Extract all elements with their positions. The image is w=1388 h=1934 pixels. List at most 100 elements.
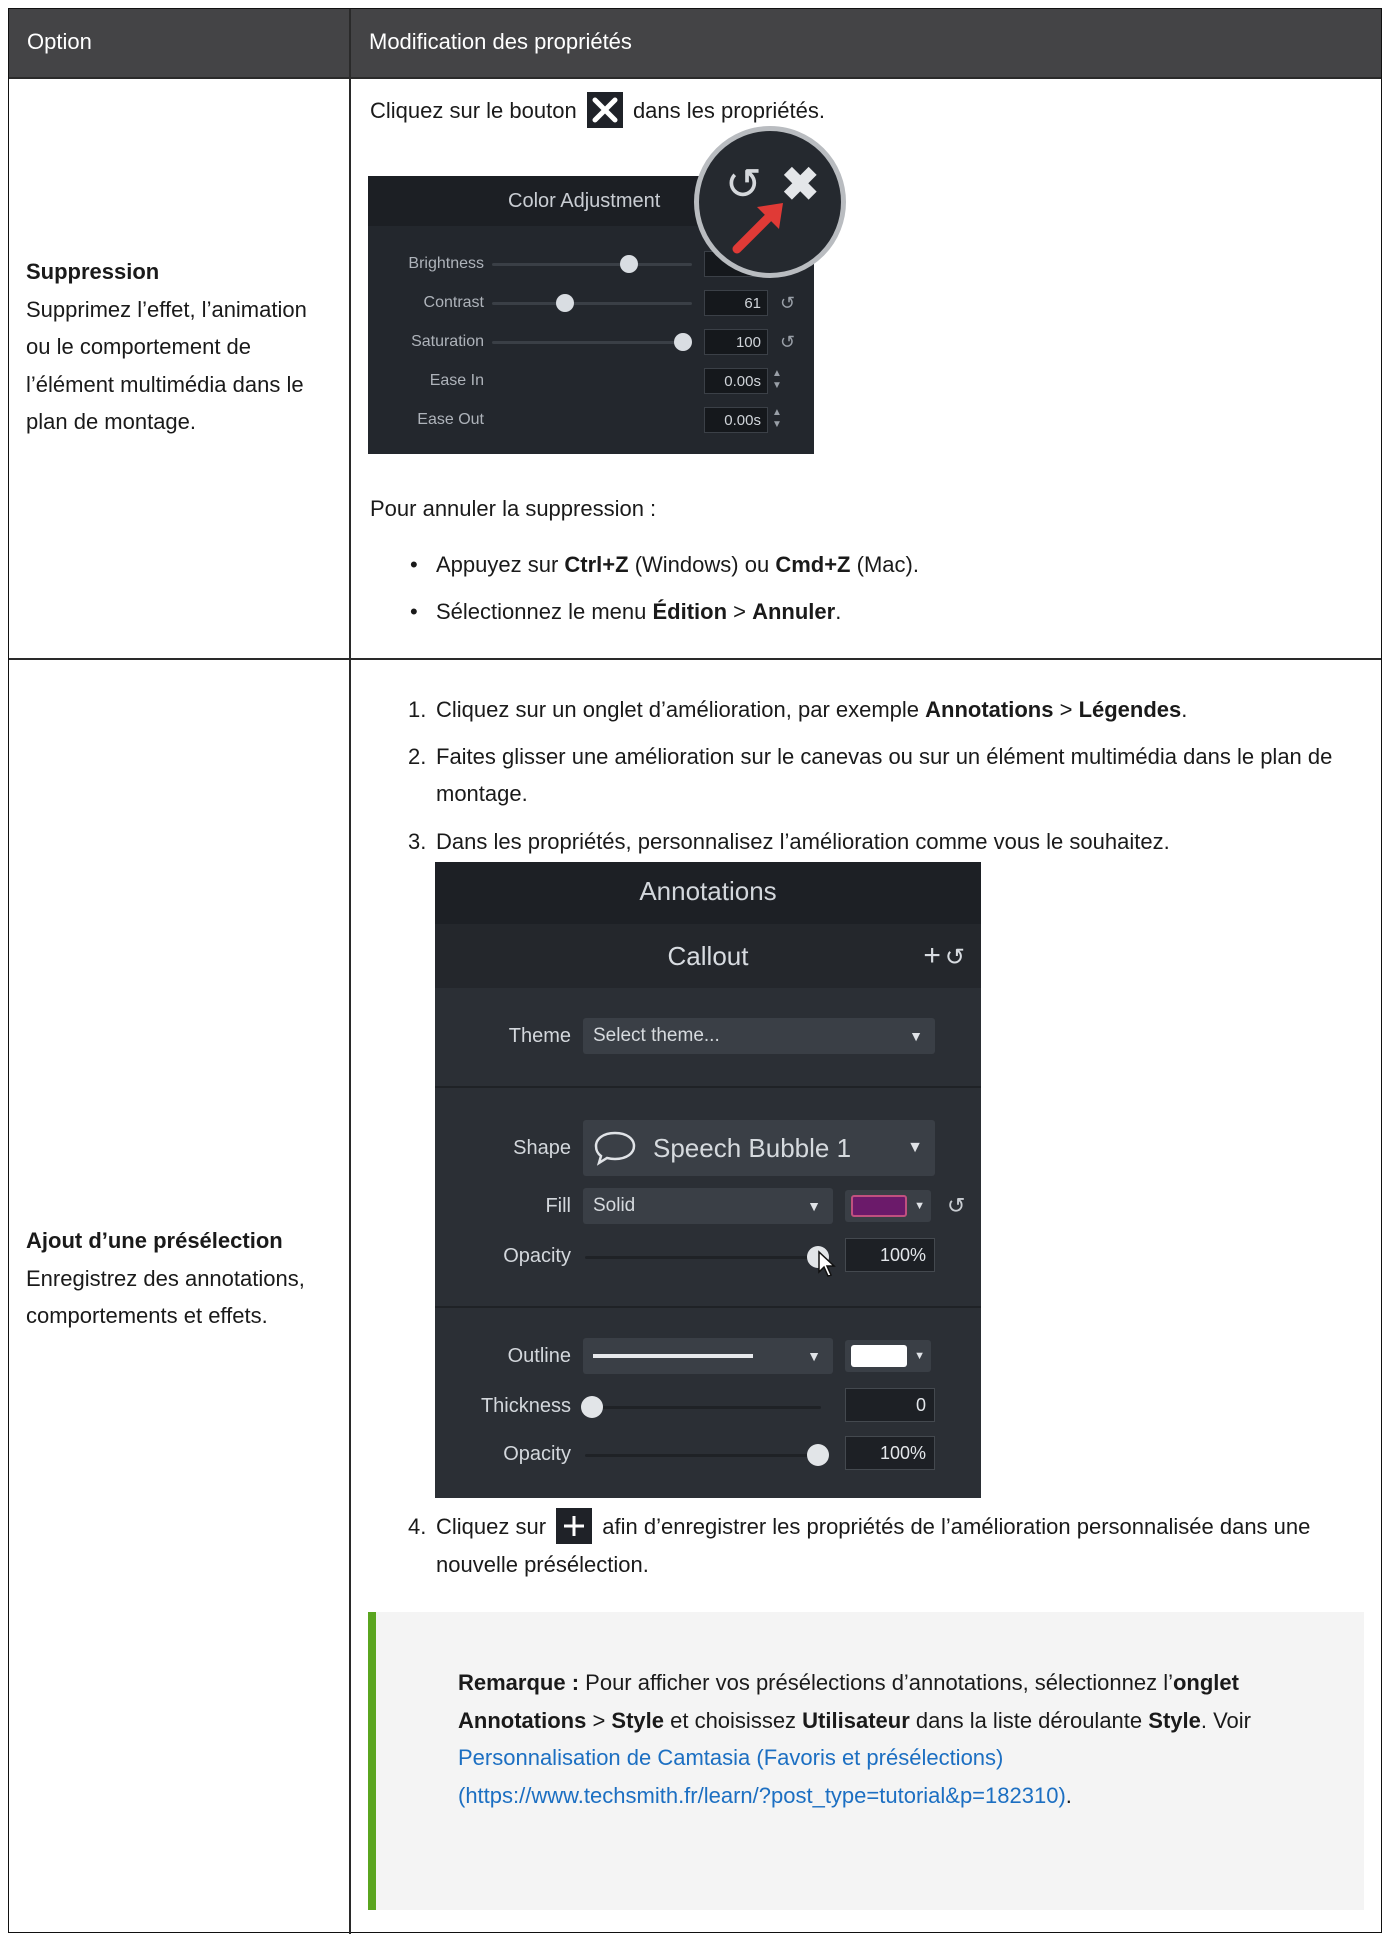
- contrast-slider[interactable]: [492, 302, 692, 305]
- close-icon: [586, 92, 623, 129]
- header-modification: Modification des propriétés: [369, 29, 632, 54]
- shape-dropdown[interactable]: Speech Bubble 1 ▼: [583, 1120, 935, 1176]
- opacity-slider[interactable]: [585, 1256, 821, 1259]
- brightness-slider[interactable]: [492, 263, 692, 266]
- chevron-down-icon: ▼: [807, 1198, 821, 1214]
- header-divider: [9, 77, 1381, 79]
- shape-value: Speech Bubble 1: [653, 1133, 852, 1163]
- saturation-value-field[interactable]: 100: [704, 329, 768, 355]
- contrast-value-field[interactable]: 61: [704, 290, 768, 316]
- fill-label: Fill: [545, 1195, 571, 1217]
- annotations-panel: Annotations Callout +↺ Theme Select them…: [435, 862, 981, 1498]
- bullet-dot: •: [410, 599, 418, 624]
- step-4: 4. Cliquez sur afin d’enregistrer les pr…: [408, 1508, 1356, 1583]
- chevron-down-icon: ▼: [907, 1139, 923, 1156]
- fill-value: Solid: [593, 1195, 636, 1216]
- chevron-down-icon: ▼: [807, 1348, 821, 1364]
- outline-opacity-value-field[interactable]: 100%: [845, 1436, 935, 1470]
- ease-out-row: Ease Out 0.00s ▲ ▼: [368, 402, 814, 438]
- outline-opacity-label: Opacity: [503, 1443, 571, 1465]
- step-1: 1. Cliquez sur un onglet d’amélioration,…: [408, 697, 1188, 722]
- ease-in-spinner-icon[interactable]: ▲ ▼: [772, 368, 782, 392]
- theme-value: Select theme...: [593, 1025, 720, 1046]
- row-divider: [9, 658, 1381, 660]
- chevron-down-icon: ▼: [914, 1200, 925, 1212]
- saturation-row: Saturation 100 ↺: [368, 324, 814, 360]
- ease-out-spinner-icon[interactable]: ▲ ▼: [772, 407, 782, 431]
- column-divider: [349, 9, 351, 1934]
- row1-intro: Cliquez sur le bouton dans les propriété…: [370, 92, 825, 130]
- saturation-slider-knob[interactable]: [674, 333, 692, 351]
- chevron-down-icon: ▼: [914, 1350, 925, 1362]
- callout-header: Callout +↺: [435, 924, 981, 988]
- theme-label: Theme: [508, 1025, 571, 1047]
- contrast-reset-icon[interactable]: ↺: [780, 290, 795, 316]
- add-preset-icon[interactable]: +: [923, 939, 945, 972]
- magnifier-callout: ↺ ✖: [694, 126, 846, 278]
- step-2: 2. Faites glisser une amélioration sur l…: [408, 744, 1333, 806]
- bullet-dot: •: [410, 552, 418, 577]
- row1-intro-before: Cliquez sur le bouton: [370, 98, 577, 123]
- saturation-label: Saturation: [411, 333, 484, 350]
- callout-title: Callout: [667, 941, 749, 971]
- row1-intro-after: dans les propriétés.: [632, 98, 825, 123]
- color-adjustment-title: Color Adjustment: [508, 190, 661, 212]
- row1-option-cell: Suppression Supprimez l’effet, l’animati…: [26, 253, 336, 441]
- row1-description: Supprimez l’effet, l’animation ou le com…: [26, 296, 307, 435]
- saturation-reset-icon[interactable]: ↺: [780, 329, 795, 355]
- fill-color-swatch: [851, 1195, 907, 1217]
- outline-line-style-icon: [593, 1354, 753, 1358]
- thickness-slider[interactable]: [585, 1406, 821, 1409]
- fill-dropdown[interactable]: Solid ▼: [583, 1188, 833, 1224]
- row2-description: Enregistrez des annotations, comportemen…: [26, 1265, 305, 1329]
- outline-dropdown[interactable]: ▼: [583, 1338, 833, 1374]
- ease-in-field[interactable]: 0.00s: [704, 368, 768, 394]
- opacity-label: Opacity: [503, 1245, 571, 1267]
- annotations-tab-title: Annotations: [435, 862, 981, 924]
- camtasia-presets-link[interactable]: Personnalisation de Camtasia (Favoris et…: [458, 1745, 1066, 1808]
- shape-label: Shape: [513, 1137, 571, 1159]
- theme-dropdown[interactable]: Select theme... ▼: [583, 1018, 935, 1054]
- reset-icon[interactable]: ↺: [945, 944, 969, 971]
- thickness-slider-knob[interactable]: [581, 1396, 603, 1418]
- panel-divider: [435, 1306, 981, 1308]
- undo-bullet-1: • Appuyez sur Ctrl+Z (Windows) ou Cmd+Z …: [410, 546, 919, 583]
- ease-in-row: Ease In 0.00s ▲ ▼: [368, 363, 814, 399]
- add-icon: [556, 1508, 593, 1545]
- brightness-label: Brightness: [408, 255, 484, 272]
- chevron-down-icon: ▼: [909, 1028, 923, 1044]
- fill-reset-icon[interactable]: ↺: [947, 1190, 965, 1222]
- table-header: Option Modification des propriétés: [9, 9, 1381, 77]
- thickness-label: Thickness: [480, 1395, 571, 1417]
- panel-divider: [435, 1086, 981, 1088]
- ease-out-field[interactable]: 0.00s: [704, 407, 768, 433]
- callout-tools: +↺: [923, 924, 969, 990]
- thickness-value-field[interactable]: 0: [845, 1388, 935, 1422]
- row2-option-cell: Ajout d’une présélection Enregistrez des…: [26, 1222, 336, 1335]
- ease-in-label: Ease In: [429, 372, 484, 389]
- header-option: Option: [27, 29, 92, 54]
- note-box: Remarque : Pour afficher vos présélectio…: [368, 1612, 1364, 1910]
- speech-bubble-icon: [594, 1131, 636, 1166]
- contrast-slider-knob[interactable]: [556, 294, 574, 312]
- outline-label: Outline: [507, 1345, 571, 1367]
- mouse-cursor-icon: [818, 1250, 836, 1277]
- outline-color-picker[interactable]: ▼: [845, 1340, 931, 1372]
- row2-title: Ajout d’une présélection: [26, 1228, 283, 1253]
- brightness-slider-knob[interactable]: [620, 255, 638, 273]
- outline-opacity-slider[interactable]: [585, 1454, 821, 1457]
- row1-title: Suppression: [26, 259, 160, 284]
- fill-color-picker[interactable]: ▼: [845, 1190, 931, 1222]
- undo-intro: Pour annuler la suppression :: [370, 496, 657, 521]
- undo-bullet-2: • Sélectionnez le menu Édition > Annuler…: [410, 593, 841, 630]
- step-3: 3. Dans les propriétés, personnalisez l’…: [408, 829, 1170, 854]
- contrast-row: Contrast 61 ↺: [368, 285, 814, 321]
- note-text: Remarque : Pour afficher vos présélectio…: [458, 1670, 1251, 1808]
- outline-opacity-slider-knob[interactable]: [807, 1444, 829, 1466]
- opacity-value-field[interactable]: 100%: [845, 1238, 935, 1272]
- ease-out-label: Ease Out: [417, 411, 484, 428]
- outline-color-swatch: [851, 1345, 907, 1367]
- saturation-slider[interactable]: [492, 341, 692, 344]
- contrast-label: Contrast: [423, 294, 484, 311]
- red-arrow-icon: [732, 203, 783, 254]
